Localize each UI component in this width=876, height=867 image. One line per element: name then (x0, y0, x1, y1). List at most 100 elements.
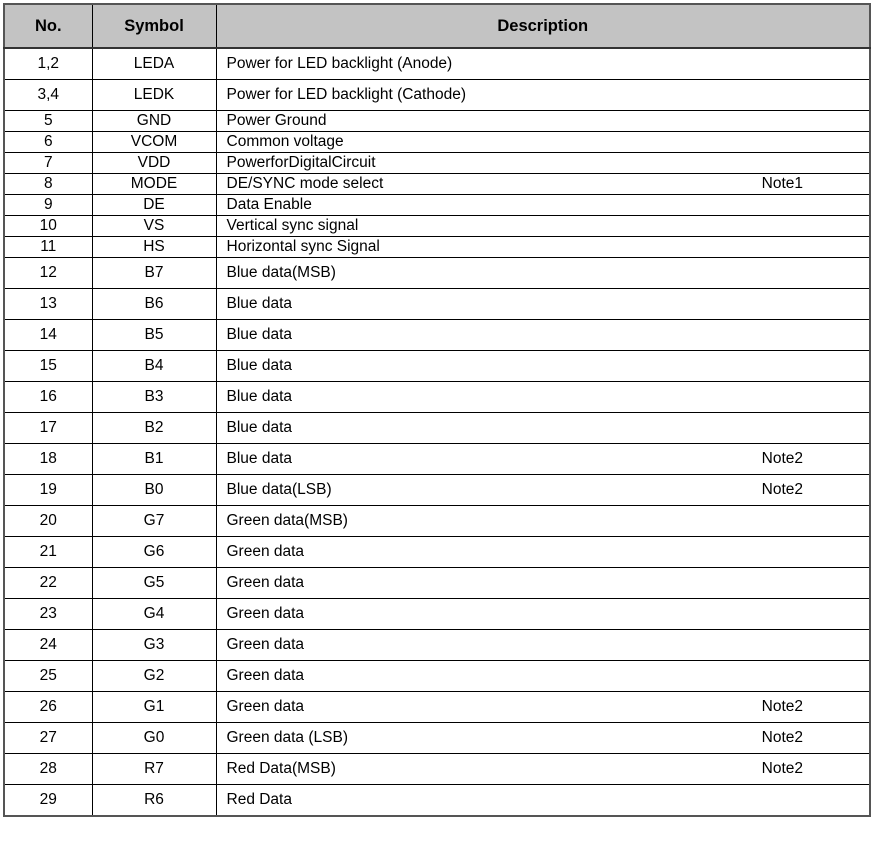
cell-description: Green data (215, 536, 871, 568)
cell-description: Power for LED backlight (Anode) (215, 47, 871, 80)
table-row: 11 HS Horizontal sync Signal (3, 236, 871, 258)
description-wrapper: Blue data (227, 357, 870, 374)
description-wrapper: Green data(MSB) (227, 512, 870, 529)
description-text: DE/SYNC mode select (226, 175, 384, 193)
description-wrapper: Blue data (227, 388, 870, 405)
description-text: Red Data(MSB) (226, 760, 336, 778)
cell-pin-number: 12 (3, 257, 93, 289)
cell-symbol: R7 (91, 753, 217, 785)
description-wrapper: Horizontal sync Signal (227, 238, 870, 255)
description-note-ref: Note2 (761, 450, 803, 468)
description-wrapper: Red Data(MSB) Note2 (227, 760, 870, 777)
table-row: 21 G6 Green data (3, 536, 871, 568)
cell-symbol: B6 (91, 288, 217, 320)
table-row: 16 B3 Blue data (3, 381, 871, 413)
cell-symbol: VS (91, 215, 217, 237)
description-wrapper: Red Data (227, 791, 870, 808)
table-row: 17 B2 Blue data (3, 412, 871, 444)
description-text: Blue data (226, 295, 293, 313)
description-text: Green data (LSB) (226, 729, 348, 747)
cell-symbol: B2 (91, 412, 217, 444)
cell-symbol: GND (91, 110, 217, 132)
description-wrapper: Data Enable (227, 196, 870, 213)
table-row: 19 B0 Blue data(LSB) Note2 (3, 474, 871, 506)
column-header-symbol: Symbol (91, 3, 217, 49)
table-body: 1,2 LEDA Power for LED backlight (Anode) 3,… (3, 47, 871, 817)
cell-description: PowerforDigitalCircuit (215, 152, 871, 174)
description-wrapper: Power for LED backlight (Anode) (227, 55, 870, 72)
description-note-ref: Note2 (761, 760, 803, 778)
description-text: Green data (226, 667, 305, 685)
table-row: 25 G2 Green data (3, 660, 871, 692)
table-row: 22 G5 Green data (3, 567, 871, 599)
description-text: PowerforDigitalCircuit (226, 154, 376, 172)
description-text: Blue data (226, 326, 293, 344)
cell-description: Blue data(MSB) (215, 257, 871, 289)
description-text: Blue data(MSB) (226, 264, 336, 282)
cell-description: Blue data (215, 288, 871, 320)
cell-description: Green data Note2 (215, 691, 871, 723)
description-text: Green data (226, 574, 305, 592)
cell-pin-number: 26 (3, 691, 93, 723)
description-text: Vertical sync signal (226, 217, 359, 235)
description-wrapper: Green data Note2 (227, 698, 870, 715)
description-text: Green data (226, 543, 305, 561)
cell-pin-number: 3,4 (3, 79, 93, 111)
cell-description: Data Enable (215, 194, 871, 216)
cell-description: Blue data (215, 381, 871, 413)
cell-description: Power for LED backlight (Cathode) (215, 79, 871, 111)
table-row: 14 B5 Blue data (3, 319, 871, 351)
description-wrapper: Blue data (227, 419, 870, 436)
description-wrapper: Blue data(LSB) Note2 (227, 481, 870, 498)
cell-description: Green data (215, 660, 871, 692)
table-row: 24 G3 Green data (3, 629, 871, 661)
cell-symbol: DE (91, 194, 217, 216)
description-note-ref: Note2 (761, 729, 803, 747)
cell-pin-number: 18 (3, 443, 93, 475)
table-row: 23 G4 Green data (3, 598, 871, 630)
description-text: Green data (226, 636, 305, 654)
table-row: 9 DE Data Enable (3, 194, 871, 216)
description-wrapper: Green data (227, 574, 870, 591)
description-wrapper: DE/SYNC mode select Note1 (227, 175, 870, 192)
table-row: 3,4 LEDK Power for LED backlight (Cathode) (3, 79, 871, 111)
cell-symbol: B5 (91, 319, 217, 351)
cell-pin-number: 8 (3, 173, 93, 195)
cell-description: Red Data (215, 784, 871, 817)
cell-pin-number: 20 (3, 505, 93, 537)
table-row: 6 VCOM Common voltage (3, 131, 871, 153)
description-note-ref: Note1 (761, 175, 803, 193)
cell-pin-number: 19 (3, 474, 93, 506)
cell-pin-number: 15 (3, 350, 93, 382)
description-wrapper: Green data (227, 605, 870, 622)
cell-description: Green data(MSB) (215, 505, 871, 537)
page-root: No. Symbol Description 1,2 LEDA Power for … (0, 0, 876, 867)
description-wrapper: Green data (227, 636, 870, 653)
cell-description: DE/SYNC mode select Note1 (215, 173, 871, 195)
cell-pin-number: 10 (3, 215, 93, 237)
table-row: 1,2 LEDA Power for LED backlight (Anode) (3, 47, 871, 80)
column-header-no: No. (3, 3, 93, 49)
description-text: Blue data (226, 357, 293, 375)
description-text: Blue data (226, 388, 293, 406)
cell-symbol: G4 (91, 598, 217, 630)
description-wrapper: Common voltage (227, 133, 870, 150)
description-text: Green data (226, 698, 305, 716)
description-wrapper: Blue data Note2 (227, 450, 870, 467)
description-note-ref: Note2 (761, 698, 803, 716)
cell-symbol: G6 (91, 536, 217, 568)
column-header-description: Description (215, 3, 871, 49)
table-row: 15 B4 Blue data (3, 350, 871, 382)
description-text: Blue data (226, 419, 293, 437)
cell-pin-number: 27 (3, 722, 93, 754)
description-text: Common voltage (226, 133, 344, 151)
description-text: Data Enable (226, 196, 312, 214)
cell-symbol: G1 (91, 691, 217, 723)
cell-pin-number: 1,2 (3, 47, 93, 80)
cell-description: Common voltage (215, 131, 871, 153)
cell-pin-number: 5 (3, 110, 93, 132)
cell-symbol: LEDA (91, 47, 217, 80)
cell-symbol: MODE (91, 173, 217, 195)
table-row: 26 G1 Green data Note2 (3, 691, 871, 723)
cell-description: Horizontal sync Signal (215, 236, 871, 258)
